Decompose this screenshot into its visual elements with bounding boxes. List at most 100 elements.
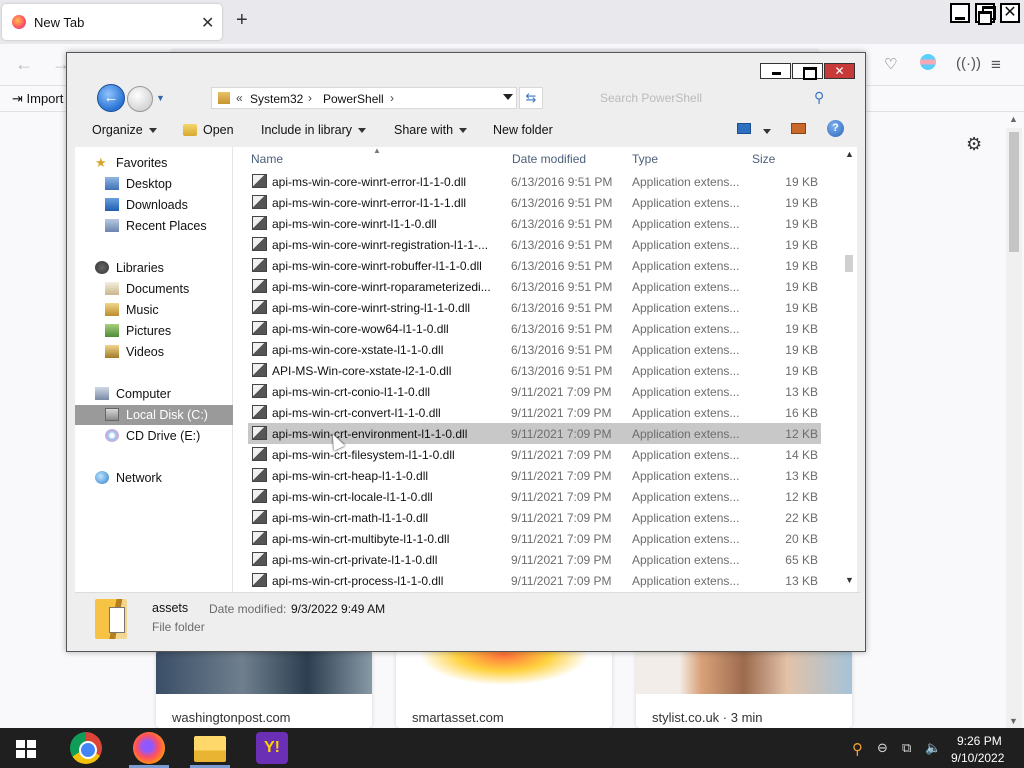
start-button[interactable] (16, 740, 36, 758)
nav-recent-places[interactable]: Recent Places (75, 216, 233, 236)
recent-locations-chevron-icon[interactable]: ▼ (156, 93, 165, 103)
organize-button[interactable]: Organize (92, 123, 157, 137)
dll-file-icon (252, 258, 267, 272)
back-arrow-icon[interactable]: ← (15, 54, 33, 75)
file-type: Application extens... (632, 511, 740, 525)
change-view-icon[interactable] (737, 123, 751, 134)
nav-desktop[interactable]: Desktop (75, 174, 233, 194)
search-input[interactable]: Search PowerShell ⚲ (592, 87, 832, 109)
new-tab-button[interactable]: + (236, 9, 248, 32)
file-row[interactable]: api-ms-win-core-wow64-l1-1-0.dll 6/13/201… (248, 318, 821, 339)
file-row[interactable]: api-ms-win-crt-conio-l1-1-0.dll 9/11/2021… (248, 381, 821, 402)
nav-music[interactable]: Music (75, 300, 233, 320)
file-list-scrollbar[interactable]: ▲ ▼ (841, 147, 857, 592)
tray-search-icon[interactable]: ⚲ (852, 740, 863, 758)
file-row[interactable]: api-ms-win-core-winrt-roparameterizedi..… (248, 276, 821, 297)
address-bar[interactable]: « System32 › PowerShell › (211, 87, 517, 109)
breadcrumb-separator[interactable]: › (308, 91, 312, 105)
search-icon[interactable]: ⚲ (814, 89, 824, 106)
refresh-button[interactable]: ⇆ (519, 87, 543, 109)
story-card[interactable]: smartasset.com (396, 650, 612, 728)
file-row[interactable]: api-ms-win-core-winrt-string-l1-1-0.dll 6… (248, 297, 821, 318)
clock-time[interactable]: 9:26 PM (957, 734, 1002, 748)
documents-icon (105, 282, 119, 295)
column-header-size[interactable]: Size (752, 152, 775, 166)
nav-network[interactable]: Network (75, 468, 233, 488)
breadcrumb-powershell[interactable]: PowerShell (323, 92, 384, 106)
back-button[interactable]: ← (97, 84, 125, 112)
tray-network-icon[interactable]: ⧉ (902, 740, 911, 756)
file-row[interactable]: api-ms-win-core-winrt-registration-l1-1-… (248, 234, 821, 255)
help-icon[interactable]: ? (827, 120, 844, 137)
tab-close-icon[interactable]: ✕ (201, 13, 214, 33)
scroll-down-icon[interactable]: ▼ (845, 575, 854, 585)
yahoo-messenger-icon[interactable]: Y! (256, 732, 288, 764)
window-close-button[interactable]: ✕ (1000, 3, 1020, 23)
file-row[interactable]: api-ms-win-crt-locale-l1-1-0.dll 9/11/202… (248, 486, 821, 507)
nav-libraries[interactable]: Libraries (75, 258, 233, 278)
column-header-name[interactable]: Name (251, 152, 283, 166)
explorer-maximize-button[interactable] (792, 63, 823, 80)
firefox-icon[interactable] (133, 732, 165, 764)
story-card[interactable]: stylist.co.uk · 3 min (636, 650, 852, 728)
file-row[interactable]: api-ms-win-crt-heap-l1-1-0.dll 9/11/2021 … (248, 465, 821, 486)
page-scroll-thumb[interactable] (1009, 132, 1019, 252)
view-options-chevron-icon[interactable] (763, 129, 771, 134)
hamburger-menu-icon[interactable]: ≡ (991, 55, 1001, 75)
scroll-thumb[interactable] (845, 255, 853, 272)
window-minimize-button[interactable] (950, 3, 970, 23)
nav-favorites[interactable]: ★ Favorites (75, 153, 233, 173)
nav-documents[interactable]: Documents (75, 279, 233, 299)
file-row[interactable]: api-ms-win-core-winrt-l1-1-0.dll 6/13/201… (248, 213, 821, 234)
file-row[interactable]: api-ms-win-core-winrt-robuffer-l1-1-0.dl… (248, 255, 821, 276)
nav-cd-drive[interactable]: CD Drive (E:) (75, 426, 233, 446)
forward-button[interactable] (127, 86, 153, 112)
address-dropdown-icon[interactable] (503, 94, 513, 100)
nav-pictures[interactable]: Pictures (75, 321, 233, 341)
nav-downloads[interactable]: Downloads (75, 195, 233, 215)
file-explorer-icon[interactable] (194, 736, 226, 762)
file-row[interactable]: api-ms-win-core-winrt-error-l1-1-0.dll 6/… (248, 171, 821, 192)
file-row[interactable]: api-ms-win-core-winrt-error-l1-1-1.dll 6/… (248, 192, 821, 213)
scroll-up-icon[interactable]: ▲ (1009, 114, 1018, 124)
file-row[interactable]: api-ms-win-crt-process-l1-1-0.dll 9/11/20… (248, 570, 821, 591)
nav-local-disk[interactable]: Local Disk (C:) (75, 405, 233, 425)
tray-volume-icon[interactable]: 🔈 (925, 740, 941, 756)
import-bookmarks-button[interactable]: ⇥ Import (12, 91, 63, 107)
file-row[interactable]: API-MS-Win-core-xstate-l2-1-0.dll 6/13/20… (248, 360, 821, 381)
column-header-date[interactable]: Date modified (512, 152, 586, 166)
pocket-icon[interactable]: ♡ (884, 55, 897, 73)
window-restore-button[interactable] (975, 3, 996, 25)
include-in-library-button[interactable]: Include in library (261, 123, 367, 137)
column-header-type[interactable]: Type (632, 152, 658, 166)
gear-icon[interactable]: ⚙ (966, 134, 982, 155)
extension-icon[interactable]: ((·)) (956, 55, 981, 72)
breadcrumb-system32[interactable]: System32 (250, 92, 303, 106)
explorer-close-button[interactable]: ✕ (824, 63, 855, 79)
file-row[interactable]: api-ms-win-crt-multibyte-l1-1-0.dll 9/11/… (248, 528, 821, 549)
tray-minus-icon[interactable]: ⊖ (877, 740, 888, 756)
file-row[interactable]: api-ms-win-crt-private-l1-1-0.dll 9/11/20… (248, 549, 821, 570)
account-icon[interactable] (920, 54, 936, 70)
page-scrollbar[interactable]: ▲ ▼ (1006, 114, 1022, 728)
file-row[interactable]: api-ms-win-core-xstate-l1-1-0.dll 6/13/20… (248, 339, 821, 360)
story-card[interactable]: washingtonpost.com (156, 650, 372, 728)
new-folder-button[interactable]: New folder (493, 123, 553, 137)
breadcrumb-separator[interactable]: › (390, 91, 394, 105)
share-with-button[interactable]: Share with (394, 123, 468, 137)
explorer-minimize-button[interactable] (760, 63, 791, 79)
tab-new-tab[interactable]: New Tab ✕ (2, 4, 222, 40)
preview-pane-icon[interactable] (791, 123, 806, 134)
scroll-up-icon[interactable]: ▲ (845, 149, 854, 159)
breadcrumb-overflow[interactable]: « (236, 91, 243, 105)
file-row[interactable]: api-ms-win-crt-math-l1-1-0.dll 9/11/2021 … (248, 507, 821, 528)
file-size: 20 KB (785, 532, 818, 546)
open-button[interactable]: Open (183, 123, 234, 137)
chrome-icon[interactable] (70, 732, 102, 764)
nav-label: Desktop (126, 177, 172, 191)
nav-computer[interactable]: Computer (75, 384, 233, 404)
nav-videos[interactable]: Videos (75, 342, 233, 362)
file-row[interactable]: api-ms-win-crt-convert-l1-1-0.dll 9/11/20… (248, 402, 821, 423)
clock-date[interactable]: 9/10/2022 (951, 751, 1004, 765)
scroll-down-icon[interactable]: ▼ (1009, 716, 1018, 726)
